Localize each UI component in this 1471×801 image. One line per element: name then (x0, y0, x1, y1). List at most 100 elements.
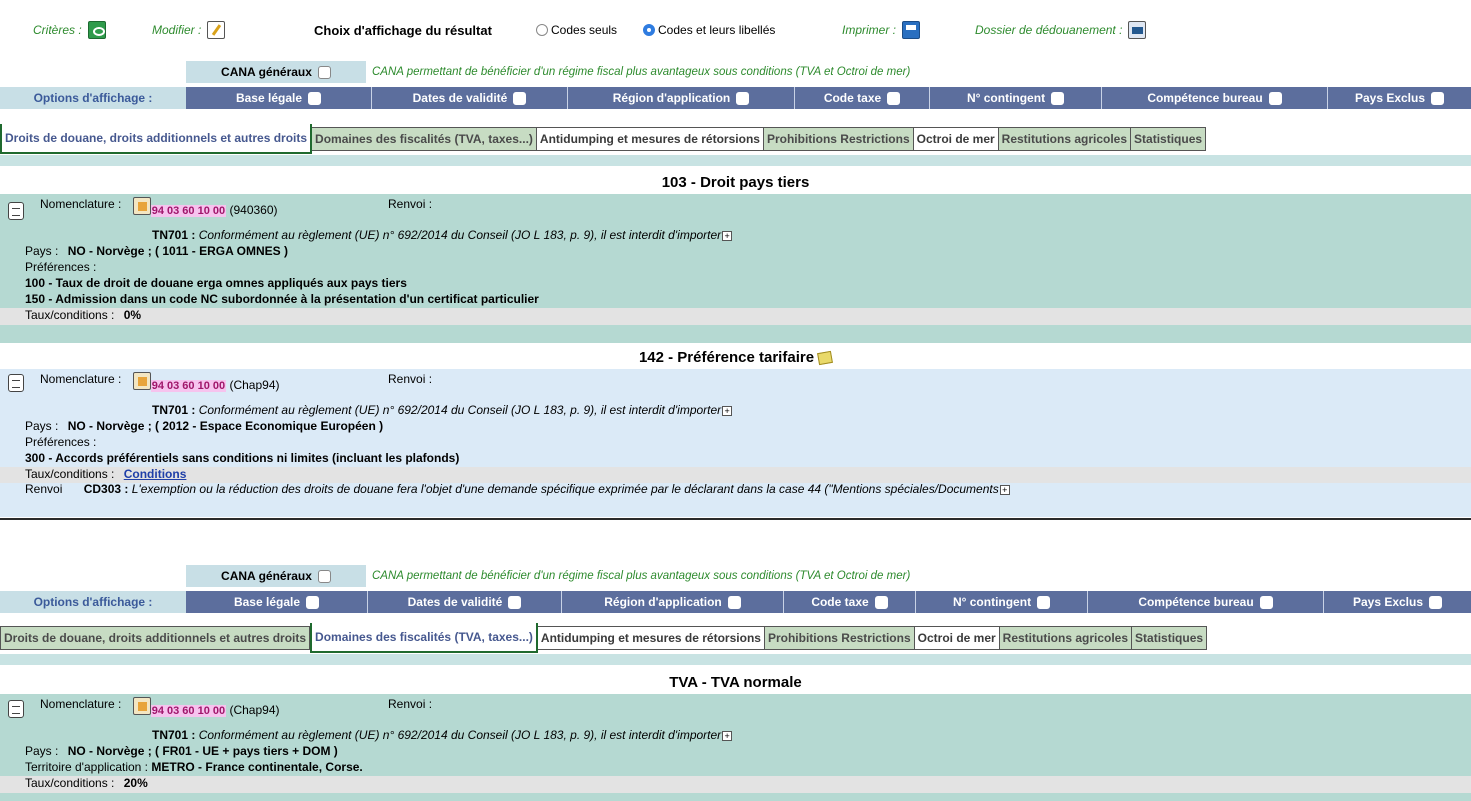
option-region-application[interactable]: Région d'application (568, 87, 795, 109)
expand-plus-icon[interactable]: + (722, 730, 733, 741)
tab-domaines-fiscalites[interactable]: Domaines des fiscalités (TVA, taxes...) (310, 623, 538, 653)
tab-antidumping[interactable]: Antidumping et mesures de rétorsions (536, 127, 764, 151)
nomenclature-label: Nomenclature : (40, 372, 122, 386)
tab-restitutions[interactable]: Restitutions agricoles (999, 626, 1133, 650)
radio-codes-seuls[interactable]: Codes seuls (530, 20, 617, 40)
document-icon[interactable] (8, 202, 24, 220)
nomenclature-code[interactable]: 94 03 60 10 00 (150, 705, 227, 717)
imprimer-control[interactable]: Imprimer : (842, 20, 920, 40)
nomenclature-code[interactable]: 94 03 60 10 00 (150, 205, 227, 217)
preference-item: 100 - Taux de droit de douane erga omnes… (25, 276, 407, 290)
tab-restitutions[interactable]: Restitutions agricoles (998, 127, 1132, 151)
pays-row: Pays : NO - Norvège ; ( 2012 - Espace Ec… (25, 419, 383, 433)
pays-value: NO - Norvège ; ( 1011 - ERGA OMNES ) (67, 244, 288, 258)
tn-code: TN701 : (152, 403, 196, 417)
radio-selected-icon[interactable] (643, 24, 655, 36)
option-checkbox[interactable] (887, 91, 901, 105)
option-checkbox[interactable] (1037, 595, 1051, 609)
taux-value: 20% (123, 776, 148, 790)
pays-label: Pays : (25, 744, 59, 758)
tab-domaines-fiscalites[interactable]: Domaines des fiscalités (TVA, taxes...) (312, 127, 537, 151)
result-title: 103 - Droit pays tiers (0, 173, 1471, 193)
option-pays-exclus[interactable]: Pays Exclus (1328, 87, 1471, 109)
option-checkbox[interactable] (727, 595, 741, 609)
cana-description: CANA permettant de bénéficier d'un régim… (372, 66, 911, 78)
dossier-control[interactable]: Dossier de dédouanement : (975, 20, 1147, 40)
tab-prohibitions[interactable]: Prohibitions Restrictions (764, 626, 915, 650)
note-icon[interactable] (817, 350, 833, 366)
option-dates-validite[interactable]: Dates de validité (372, 87, 568, 109)
radio-icon[interactable] (536, 24, 548, 36)
cana-generaux[interactable]: CANA généraux (186, 565, 366, 587)
nomenclature-icon[interactable] (132, 197, 151, 215)
eye-icon[interactable] (87, 21, 106, 39)
option-base-legale[interactable]: Base légale (186, 87, 372, 109)
tab-droits-douane[interactable]: Droits de douane, droits additionnels et… (0, 124, 313, 154)
folder-icon[interactable] (1128, 21, 1147, 39)
option-code-taxe[interactable]: Code taxe (784, 591, 916, 613)
cana-generaux-checkbox[interactable] (317, 65, 331, 79)
tn-text: Conformément au règlement (UE) n° 692/20… (198, 228, 722, 242)
tab-antidumping[interactable]: Antidumping et mesures de rétorsions (537, 626, 765, 650)
option-checkbox[interactable] (1429, 595, 1443, 609)
printer-icon[interactable] (902, 21, 920, 39)
option-checkbox[interactable] (1268, 91, 1282, 105)
option-base-legale[interactable]: Base légale (186, 591, 368, 613)
nomenclature-suffix: (Chap94) (229, 703, 280, 717)
renvoi-label: Renvoi : (388, 697, 433, 711)
option-pays-exclus[interactable]: Pays Exclus (1324, 591, 1471, 613)
option-label: Base légale (235, 91, 303, 105)
document-icon[interactable] (8, 700, 24, 718)
option-label: Code taxe (823, 91, 882, 105)
option-n-contingent[interactable]: N° contingent (930, 87, 1102, 109)
option-checkbox[interactable] (513, 91, 527, 105)
option-code-taxe[interactable]: Code taxe (795, 87, 930, 109)
option-checkbox[interactable] (306, 595, 320, 609)
tab-bar: Droits de douane, droits additionnels et… (0, 124, 1207, 156)
option-checkbox[interactable] (1259, 595, 1273, 609)
nomenclature-code[interactable]: 94 03 60 10 00 (150, 380, 227, 392)
option-dates-validite[interactable]: Dates de validité (368, 591, 562, 613)
expand-plus-icon[interactable]: + (722, 405, 733, 416)
tn-code: TN701 : (152, 228, 196, 242)
radio-codes-libelles[interactable]: Codes et leurs libellés (637, 20, 775, 40)
nomenclature-icon[interactable] (132, 372, 151, 390)
options-bar: Base légale Dates de validité Région d'a… (186, 87, 1471, 109)
cana-generaux[interactable]: CANA généraux (186, 61, 366, 83)
modifier-control[interactable]: Modifier : (152, 20, 226, 40)
tab-statistiques[interactable]: Statistiques (1131, 127, 1207, 151)
nomenclature-row: Nomenclature : 94 03 60 10 00 (Chap94) (40, 697, 280, 717)
option-label: Pays Exclus (1352, 595, 1424, 609)
cana-generaux-checkbox[interactable] (317, 569, 331, 583)
pays-row: Pays : NO - Norvège ; ( FR01 - UE + pays… (25, 744, 338, 758)
option-label: Pays Exclus (1354, 91, 1426, 105)
option-n-contingent[interactable]: N° contingent (916, 591, 1088, 613)
option-checkbox[interactable] (874, 595, 888, 609)
pays-label: Pays : (25, 419, 59, 433)
criteres-control[interactable]: Critères : (33, 20, 106, 40)
top-toolbar: Critères : Modifier : Choix d'affichage … (0, 0, 1471, 44)
option-checkbox[interactable] (508, 595, 522, 609)
option-competence-bureau[interactable]: Compétence bureau (1102, 87, 1328, 109)
renvoi-row: Renvoi CD303 : L'exemption ou la réducti… (25, 482, 1010, 496)
tab-octroi-mer[interactable]: Octroi de mer (914, 626, 1000, 650)
document-icon[interactable] (8, 374, 24, 392)
expand-plus-icon[interactable]: + (722, 230, 733, 241)
tn-text: Conformément au règlement (UE) n° 692/20… (198, 728, 722, 742)
cana-row: CANA généraux CANA permettant de bénéfic… (186, 61, 910, 83)
tab-droits-douane[interactable]: Droits de douane, droits additionnels et… (0, 626, 311, 650)
option-region-application[interactable]: Région d'application (562, 591, 784, 613)
option-competence-bureau[interactable]: Compétence bureau (1088, 591, 1324, 613)
renvoi-row-label: Renvoi (25, 482, 63, 496)
tab-octroi-mer[interactable]: Octroi de mer (913, 127, 999, 151)
option-checkbox[interactable] (1051, 91, 1065, 105)
option-checkbox[interactable] (736, 91, 750, 105)
conditions-link[interactable]: Conditions (124, 467, 187, 481)
tab-statistiques[interactable]: Statistiques (1132, 626, 1208, 650)
tab-prohibitions[interactable]: Prohibitions Restrictions (763, 127, 914, 151)
option-checkbox[interactable] (308, 91, 322, 105)
expand-plus-icon[interactable]: + (999, 484, 1010, 495)
option-checkbox[interactable] (1431, 91, 1445, 105)
edit-icon[interactable] (207, 21, 226, 39)
nomenclature-icon[interactable] (132, 697, 151, 715)
